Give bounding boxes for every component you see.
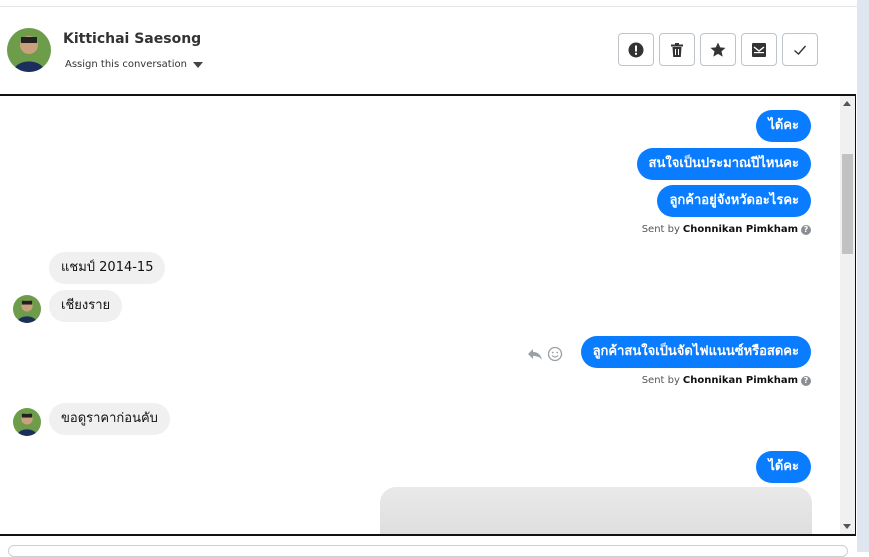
emoji-icon[interactable] bbox=[547, 346, 563, 362]
trash-icon bbox=[671, 42, 683, 57]
message-bubble-incoming[interactable]: ขอดูราคาก่อนคับ bbox=[49, 403, 170, 435]
agent-name: Chonnikan Pimkham bbox=[682, 375, 798, 386]
message-bubble-outgoing[interactable]: ลูกค้าสนใจเป็นจัดไฟแนนซ์หรือสดคะ bbox=[580, 336, 811, 368]
contact-name[interactable]: Kittichai Saesong bbox=[63, 31, 201, 47]
assign-conversation-dropdown[interactable]: Assign this conversation bbox=[65, 59, 203, 70]
envelope-icon bbox=[752, 42, 766, 57]
agent-name: Chonnikan Pimkham bbox=[682, 224, 798, 235]
scrollbar[interactable] bbox=[840, 96, 855, 534]
help-icon[interactable]: ? bbox=[801, 375, 811, 386]
message-bubble-outgoing[interactable]: ลูกค้าอยู่จังหวัดอะไรคะ bbox=[657, 185, 811, 217]
sender-avatar bbox=[13, 295, 41, 323]
mark-unread-button[interactable] bbox=[741, 33, 777, 66]
top-divider bbox=[0, 6, 857, 7]
mark-spam-button[interactable] bbox=[618, 33, 654, 66]
sender-avatar bbox=[13, 408, 41, 436]
image-attachment[interactable] bbox=[380, 487, 812, 534]
scrollbar-thumb[interactable] bbox=[842, 154, 853, 254]
mark-done-button[interactable] bbox=[782, 33, 818, 66]
message-bubble-outgoing[interactable]: สนใจเป็นประมาณปีไหนคะ bbox=[636, 148, 811, 180]
message-bubble-outgoing[interactable]: ได้คะ bbox=[756, 110, 811, 142]
alert-icon bbox=[628, 42, 644, 57]
assign-label: Assign this conversation bbox=[65, 59, 187, 70]
sent-by-label: Sent by Chonnikan Pimkham ? bbox=[642, 375, 811, 386]
message-thread[interactable]: ได้คะ สนใจเป็นประมาณปีไหนคะ ลูกค้าอยู่จั… bbox=[0, 94, 856, 536]
delete-button[interactable] bbox=[659, 33, 695, 66]
sent-by-prefix: Sent by bbox=[641, 224, 680, 235]
caret-down-icon bbox=[192, 61, 203, 68]
scroll-up-arrow-icon[interactable] bbox=[843, 101, 851, 106]
message-bubble-outgoing[interactable]: ได้คะ bbox=[756, 451, 811, 483]
conversation-actions bbox=[618, 33, 818, 66]
sent-by-label: Sent by Chonnikan Pimkham ? bbox=[642, 224, 811, 235]
reply-icon[interactable] bbox=[527, 346, 543, 362]
message-composer[interactable] bbox=[8, 545, 848, 557]
help-icon[interactable]: ? bbox=[801, 224, 811, 235]
star-icon bbox=[710, 42, 726, 57]
message-bubble-incoming[interactable]: เชียงราย bbox=[49, 290, 123, 322]
check-icon bbox=[794, 45, 807, 55]
message-bubble-incoming[interactable]: แชมป์ 2014-15 bbox=[49, 252, 166, 284]
message-hover-actions bbox=[527, 346, 563, 362]
contact-avatar[interactable] bbox=[7, 28, 51, 72]
scroll-down-arrow-icon[interactable] bbox=[843, 524, 851, 529]
sent-by-prefix: Sent by bbox=[641, 375, 680, 386]
page-edge bbox=[857, 0, 869, 552]
star-button[interactable] bbox=[700, 33, 736, 66]
